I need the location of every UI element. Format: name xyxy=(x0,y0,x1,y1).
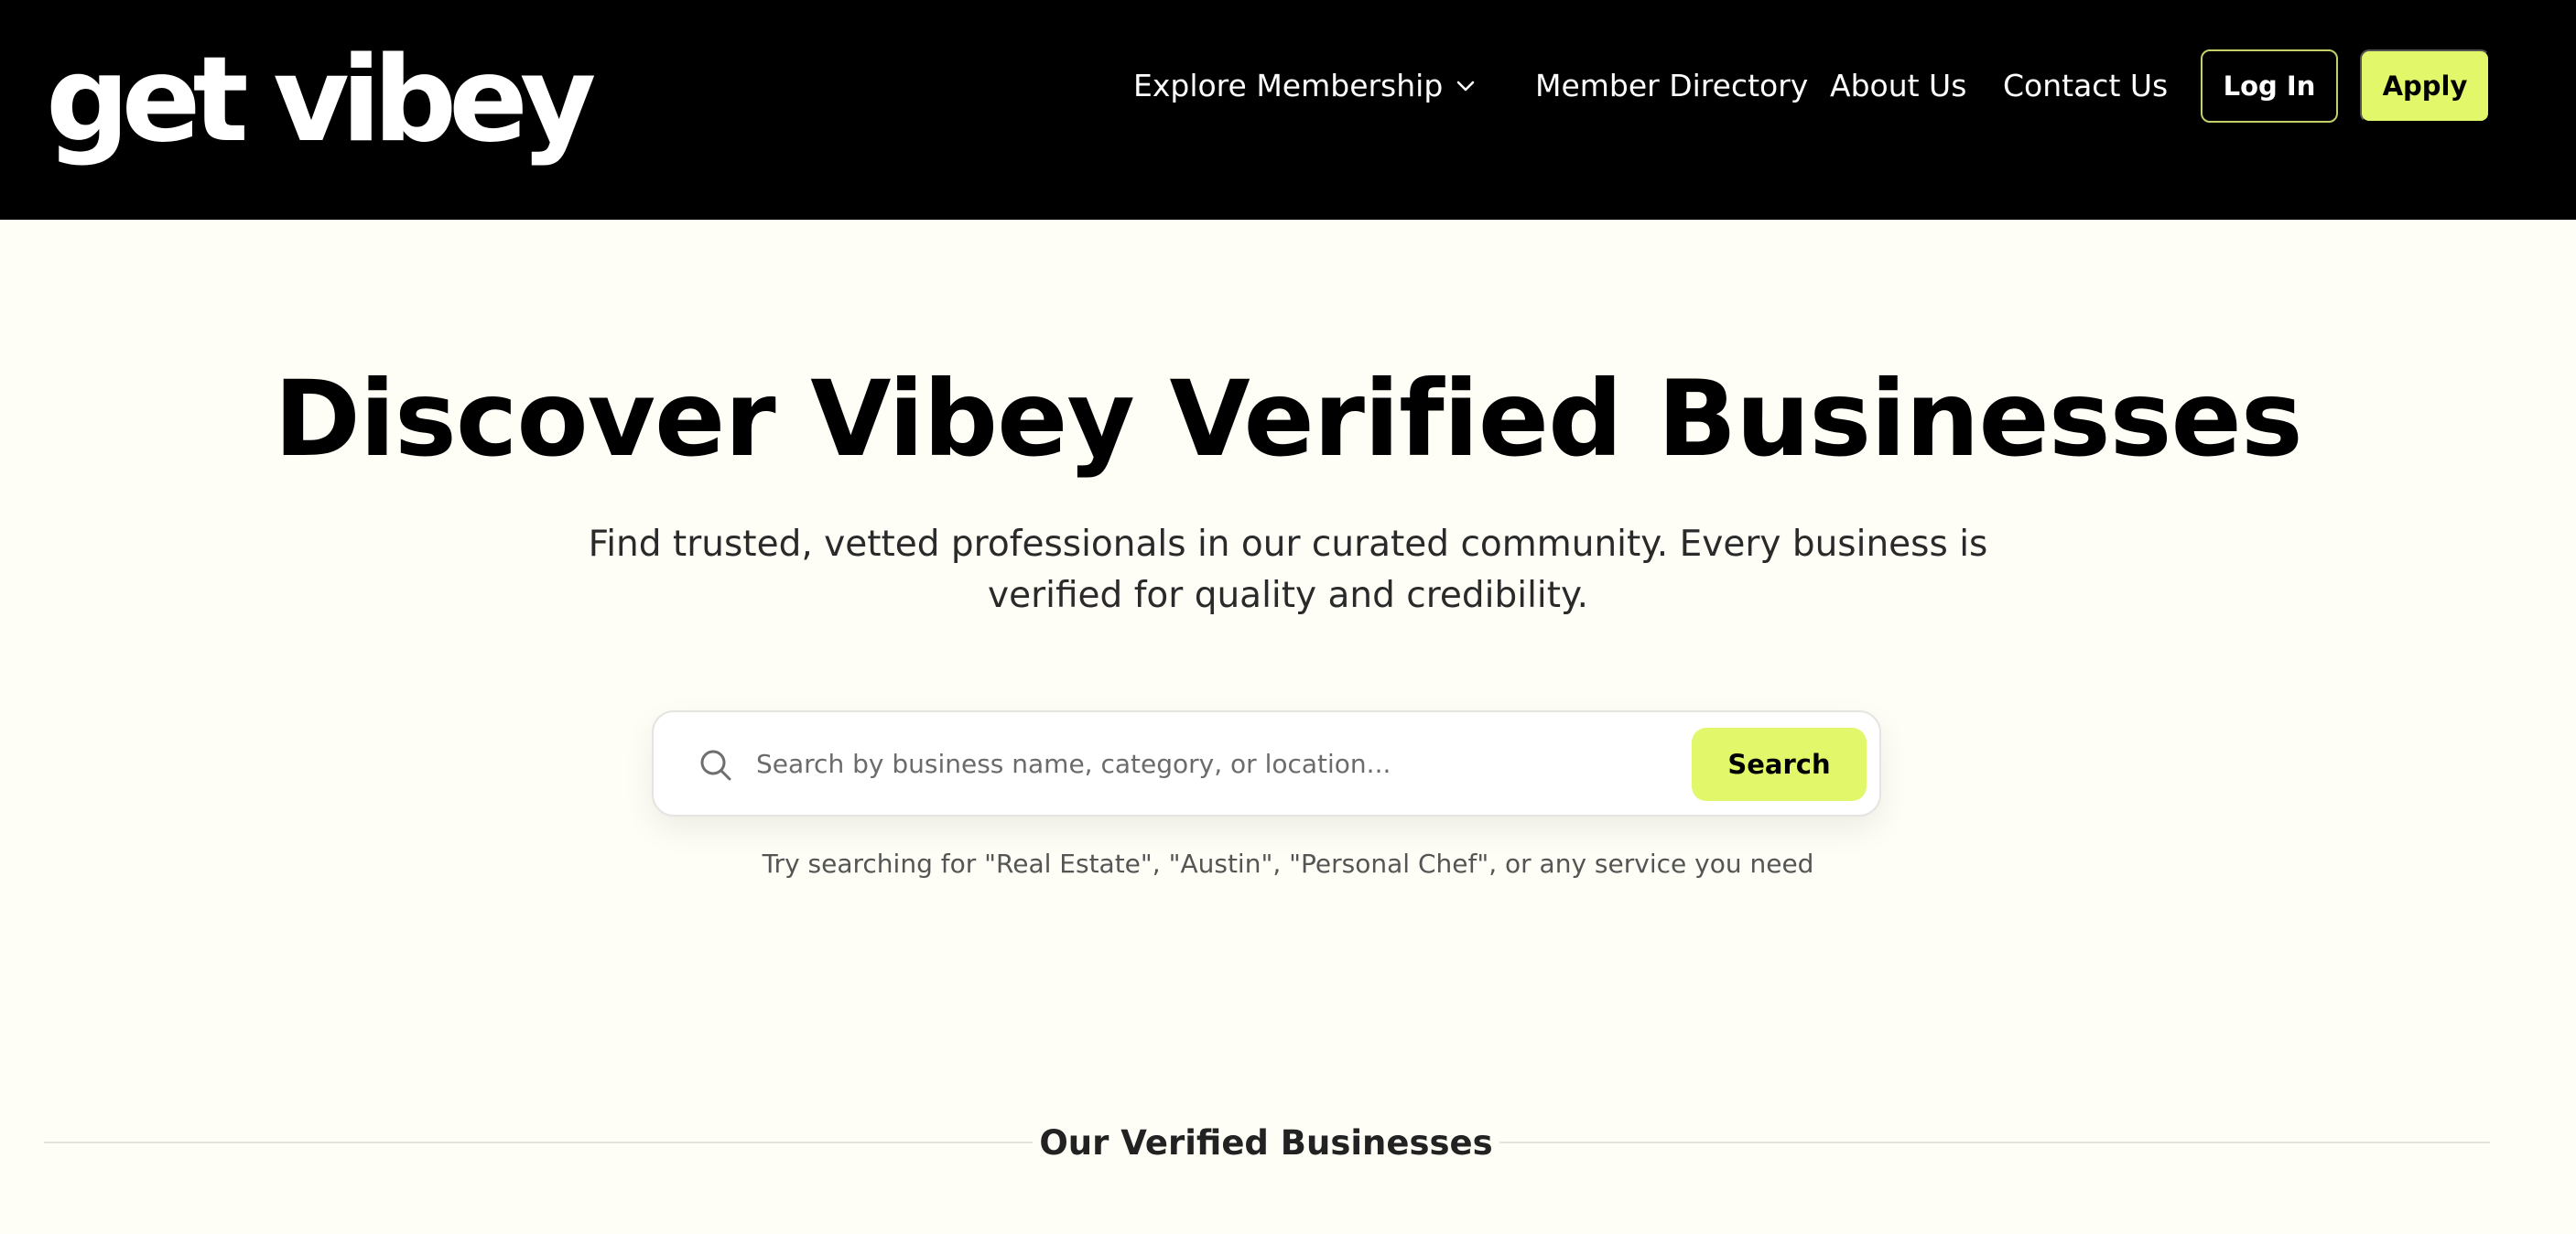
site-header: get vibey Explore Membership Member Dire… xyxy=(0,0,2576,220)
search-input[interactable] xyxy=(756,731,1397,796)
chevron-down-icon xyxy=(1456,80,1476,92)
divider-left xyxy=(44,1142,1033,1143)
divider-right xyxy=(1499,1142,2490,1143)
logo[interactable]: get vibey xyxy=(46,27,596,174)
page-title: Discover Vibey Verified Businesses xyxy=(274,358,2302,480)
search-icon xyxy=(698,747,734,784)
search-button[interactable]: Search xyxy=(1692,728,1867,801)
nav-about-us[interactable]: About Us xyxy=(1830,59,1966,114)
apply-button[interactable]: Apply xyxy=(2360,49,2490,123)
nav-contact-us[interactable]: Contact Us xyxy=(2003,59,2168,114)
nav-member-directory[interactable]: Member Directory xyxy=(1535,59,1808,114)
login-button[interactable]: Log In xyxy=(2201,49,2338,123)
search-bar: Search xyxy=(652,710,1881,817)
search-hint: Try searching for "Real Estate", "Austin… xyxy=(762,849,1814,879)
nav-explore-membership[interactable]: Explore Membership xyxy=(1133,59,1476,114)
hero-subtitle: Find trusted, vetted professionals in ou… xyxy=(588,524,1988,616)
section-title: Our Verified Businesses xyxy=(1039,1123,1493,1163)
nav-explore-membership-label: Explore Membership xyxy=(1133,68,1444,103)
